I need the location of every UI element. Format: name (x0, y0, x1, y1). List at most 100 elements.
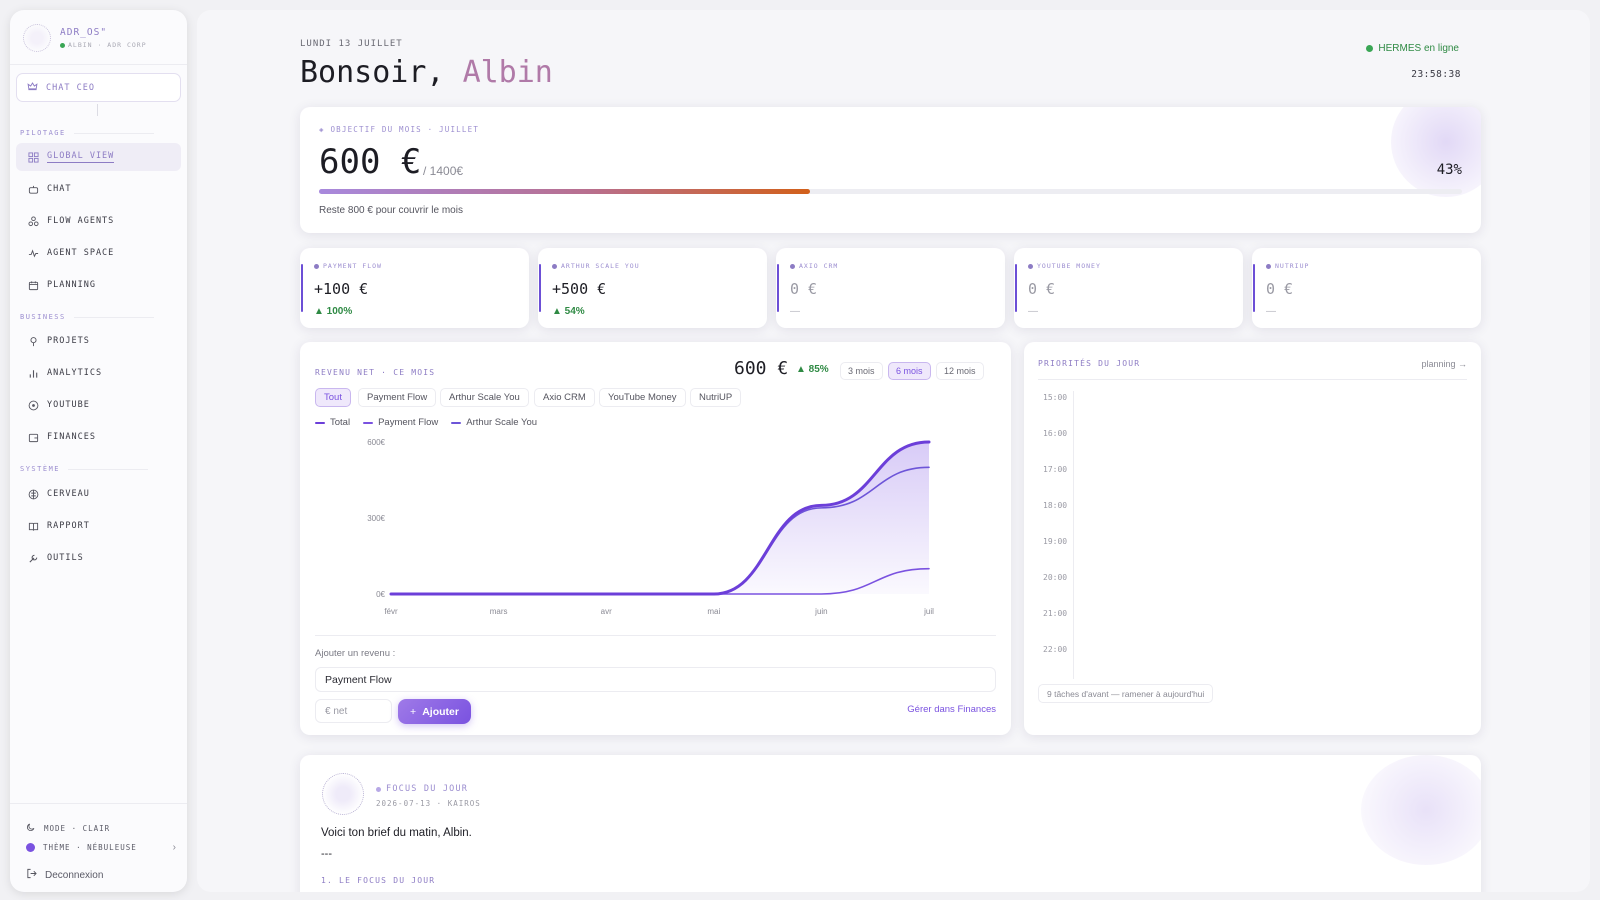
time-slot[interactable]: 22:00 (1038, 643, 1467, 679)
planning-link[interactable]: planning → (1421, 359, 1467, 369)
time-slot[interactable]: 20:00 (1038, 571, 1467, 607)
legend-item: Payment Flow (363, 417, 438, 428)
revenue-source-select[interactable]: Payment Flow (315, 667, 996, 692)
chart-legend: Total Payment Flow Arthur Scale You (315, 417, 550, 428)
time-slot[interactable]: 21:00 (1038, 607, 1467, 643)
chat-ceo-button[interactable]: CHAT CEO (16, 73, 181, 102)
reschedule-tasks-button[interactable]: 9 tâches d'avant — ramener à aujourd'hui (1038, 684, 1214, 703)
y-tick-label: 0€ (376, 590, 385, 599)
filter-youtube-money[interactable]: YouTube Money (599, 388, 686, 407)
dot-icon (790, 263, 795, 269)
priorities-label: PRIORITÉS DU JOUR (1038, 359, 1141, 368)
filter-arthur-scale-you[interactable]: Arthur Scale You (440, 388, 529, 407)
sidebar-item-agent-space[interactable]: AGENT SPACE (16, 239, 181, 267)
stream-card-youtube-money[interactable]: YOUTUBE MONEY 0 € — (1014, 248, 1243, 328)
pin-icon (27, 335, 39, 347)
stream-name: ARTHUR SCALE YOU (561, 262, 640, 270)
brand[interactable]: ADR_OS" ALBIN · ADR CORP (23, 24, 147, 52)
stream-name: YOUTUBE MONEY (1037, 262, 1101, 270)
time-slot[interactable]: 16:00 (1038, 427, 1467, 463)
stream-value: +100 € (314, 280, 369, 298)
sidebar-item-flow-agents[interactable]: FLOW AGENTS (16, 207, 181, 235)
time-slot[interactable]: 15:00 (1038, 391, 1467, 427)
sidebar-item-global-view[interactable]: GLOBAL VIEW (16, 143, 181, 171)
status-text: HERMES en ligne (1378, 43, 1459, 54)
sidebar-item-label: OUTILS (47, 553, 84, 563)
online-dot-icon (60, 42, 65, 48)
time-slot[interactable]: 18:00 (1038, 499, 1467, 535)
brain-icon (27, 488, 39, 500)
sidebar-item-label: YOUTUBE (47, 400, 90, 410)
logout-button[interactable]: Deconnexion (26, 866, 103, 884)
sidebar-item-finances[interactable]: FINANCES (16, 423, 181, 451)
range-12-months-button[interactable]: 12 mois (936, 362, 984, 380)
objective-progress-bar (319, 189, 1462, 194)
filter-nutriup[interactable]: NutriUP (690, 388, 742, 407)
stream-value: 0 € (790, 280, 818, 298)
sidebar-item-planning[interactable]: PLANNING (16, 271, 181, 299)
pulse-icon (27, 247, 39, 259)
add-revenue-label: Ajouter un revenu : (315, 648, 396, 659)
monthly-objective-card: ◈ OBJECTIF DU MOIS · JUILLET 600 € / 140… (300, 107, 1481, 233)
user-name: Albin (462, 55, 553, 90)
stream-delta: — (1266, 306, 1276, 317)
chat-bot-icon (27, 183, 39, 195)
glow-decoration (1361, 755, 1481, 865)
divider (315, 635, 996, 636)
stream-card-nutriup[interactable]: NUTRIUP 0 € — (1252, 248, 1481, 328)
stream-name: PAYMENT FLOW (323, 262, 382, 270)
stream-card-payment-flow[interactable]: PAYMENT FLOW +100 € ▲ 100% (300, 248, 529, 328)
divider (10, 64, 187, 65)
sidebar-item-rapport[interactable]: RAPPORT (16, 512, 181, 540)
stream-card-axio-crm[interactable]: AXIO CRM 0 € — (776, 248, 1005, 328)
sidebar-item-label: PLANNING (47, 280, 96, 290)
range-6-months-button[interactable]: 6 mois (888, 362, 931, 380)
manage-finances-link[interactable]: Gérer dans Finances (907, 704, 996, 715)
filter-tout[interactable]: Tout (315, 388, 351, 407)
time-slot[interactable]: 17:00 (1038, 463, 1467, 499)
theme-label: THÈME · NÉBULEUSE (43, 843, 137, 852)
time-slot[interactable]: 19:00 (1038, 535, 1467, 571)
add-revenue-button[interactable]: + Ajouter (398, 699, 471, 724)
legend-swatch (451, 421, 462, 424)
range-3-months-button[interactable]: 3 mois (840, 362, 883, 380)
filter-payment-flow[interactable]: Payment Flow (358, 388, 437, 407)
logout-icon (26, 866, 37, 884)
mode-toggle[interactable]: MODE · CLAIR (26, 819, 110, 837)
filter-axio-crm[interactable]: Axio CRM (534, 388, 595, 407)
sidebar-item-youtube[interactable]: YOUTUBE (16, 391, 181, 419)
focus-separator: --- (321, 848, 332, 860)
revenue-amount: 600 € (734, 358, 789, 379)
revenue-delta: ▲ 85% (796, 364, 829, 375)
sidebar-item-label: CHAT (47, 184, 72, 194)
sidebar-item-label: FINANCES (47, 432, 96, 442)
brand-logo-icon (23, 24, 51, 52)
priorities-card: PRIORITÉS DU JOUR planning → 15:00 16:00… (1024, 342, 1481, 735)
legend-swatch (315, 421, 325, 424)
x-tick-label: mars (490, 607, 508, 616)
legend-label: Arthur Scale You (466, 417, 538, 428)
sidebar-item-chat[interactable]: CHAT (16, 175, 181, 203)
x-tick-label: avr (601, 607, 612, 616)
calendar-icon (27, 279, 39, 291)
revenue-card: REVENU NET · CE MOIS 600 € ▲ 85% 3 mois … (300, 342, 1011, 735)
legend-label: Total (330, 417, 351, 428)
legend-item: Arthur Scale You (451, 417, 537, 428)
sidebar-item-analytics[interactable]: ANALYTICS (16, 359, 181, 387)
focus-card: FOCUS DU JOUR 2026-07-13 · KAIROS Voici … (300, 755, 1481, 892)
revenue-amount-input[interactable]: € net (315, 699, 392, 723)
focus-label: FOCUS DU JOUR (386, 784, 469, 794)
y-tick-label: 600€ (367, 438, 385, 447)
objective-progress-fill (319, 189, 811, 194)
objective-label-text: OBJECTIF DU MOIS · JUILLET (330, 125, 480, 134)
sidebar-item-outils[interactable]: OUTILS (16, 544, 181, 572)
sidebar-item-label: PROJETS (47, 336, 90, 346)
sidebar-item-cerveau[interactable]: CERVEAU (16, 480, 181, 508)
sidebar-item-label: FLOW AGENTS (47, 216, 115, 226)
theme-selector[interactable]: THÈME · NÉBULEUSE › (26, 842, 176, 853)
stream-delta: ▲ 100% (314, 306, 353, 317)
stream-card-arthur-scale-you[interactable]: ARTHUR SCALE YOU +500 € ▲ 54% (538, 248, 767, 328)
dot-icon (552, 263, 557, 269)
kairos-avatar (322, 773, 364, 815)
sidebar-item-projets[interactable]: PROJETS (16, 327, 181, 355)
